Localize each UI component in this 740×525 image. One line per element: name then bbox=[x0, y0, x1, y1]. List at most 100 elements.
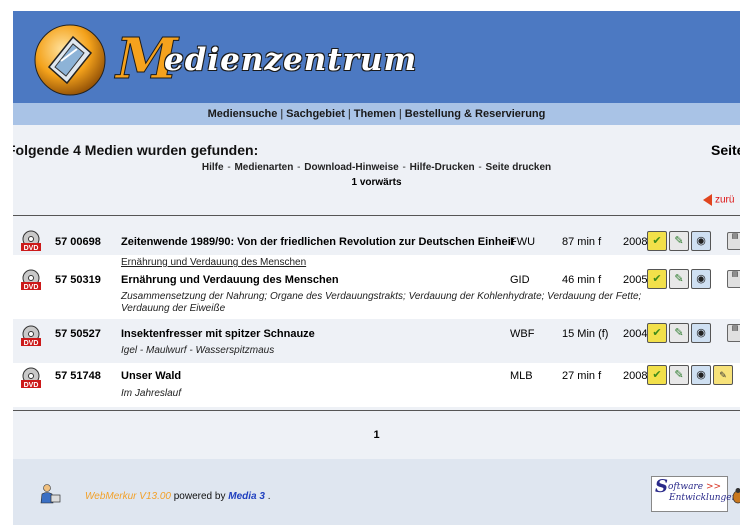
eye-icon[interactable]: ◉ bbox=[691, 323, 711, 343]
edit-doc-icon[interactable]: ✎ bbox=[669, 231, 689, 251]
eye-icon[interactable]: ◉ bbox=[691, 269, 711, 289]
arrow-left-icon bbox=[703, 194, 712, 206]
media-id[interactable]: 57 50319 bbox=[55, 274, 101, 286]
eye-icon[interactable]: ◉ bbox=[691, 365, 711, 385]
edit-doc-icon[interactable]: ✎ bbox=[669, 323, 689, 343]
pdf-icon[interactable]: ▤ bbox=[727, 324, 740, 342]
media-description: Zusammensetzung der Nahrung; Organe des … bbox=[121, 291, 642, 314]
producer: GID bbox=[510, 274, 530, 286]
pagination: 1 bbox=[13, 429, 740, 441]
page-number-current[interactable]: 1 bbox=[373, 429, 379, 441]
help-separator: - bbox=[227, 162, 231, 173]
check-doc-icon[interactable]: ✔ bbox=[647, 269, 667, 289]
pdf-icon[interactable]: ▤ bbox=[727, 270, 740, 288]
media-id[interactable]: 57 00698 bbox=[55, 236, 101, 248]
media-title[interactable]: Insektenfresser mit spitzer Schnauze bbox=[121, 328, 315, 340]
edit-doc-icon[interactable]: ✎ bbox=[669, 269, 689, 289]
media-description: Im Jahreslauf bbox=[121, 388, 182, 399]
help-links: Hilfe - Medienarten - Download-Hinweise … bbox=[13, 162, 740, 173]
year: 2005 bbox=[623, 274, 648, 286]
media3-link[interactable]: Media 3 bbox=[228, 491, 265, 502]
webmerkur-link[interactable]: WebMerkur V13.00 bbox=[85, 491, 171, 502]
sw-logo-arrows: >> bbox=[705, 482, 722, 492]
producer: MLB bbox=[510, 370, 533, 382]
nav-bestellung[interactable]: Bestellung & Reservierung bbox=[405, 108, 546, 120]
row-actions: ✔ ✎ ◉ bbox=[647, 269, 711, 289]
help-link-download[interactable]: Download-Hinweise bbox=[304, 162, 398, 173]
divider bbox=[13, 410, 740, 411]
powered-by-text: WebMerkur V13.00 powered by Media 3 . bbox=[85, 491, 270, 502]
help-separator: - bbox=[402, 162, 406, 173]
software-entwicklungen-logo[interactable]: Software >> Entwicklungen bbox=[651, 476, 737, 512]
nav-separator: | bbox=[280, 108, 284, 120]
pdf-icon[interactable]: ▤ bbox=[727, 232, 740, 250]
help-link-hilfe-drucken[interactable]: Hilfe-Drucken bbox=[410, 162, 475, 173]
footer-period: . bbox=[264, 491, 271, 502]
duration: 87 min f bbox=[562, 236, 602, 248]
year: 2008 bbox=[623, 236, 648, 248]
footer: WebMerkur V13.00 powered by Media 3 . So… bbox=[13, 459, 740, 525]
table-row: DVD Ernährung und Verdauung des Menschen… bbox=[13, 255, 740, 319]
duration: 27 min f bbox=[562, 370, 602, 382]
dvd-icon: DVD bbox=[21, 230, 41, 252]
nav-separator: | bbox=[347, 108, 351, 120]
check-doc-icon[interactable]: ✔ bbox=[647, 231, 667, 251]
row-actions: ✔ ✎ ◉ ✎ bbox=[647, 365, 733, 385]
powered-by-label: powered by bbox=[170, 491, 229, 502]
sw-logo-line2: Entwicklungen bbox=[669, 493, 738, 503]
table-row: DVD 57 00698 Zeitenwende 1989/90: Von de… bbox=[13, 227, 740, 255]
svg-text:DVD: DVD bbox=[24, 382, 39, 389]
media-title[interactable]: Unser Wald bbox=[121, 370, 181, 382]
pdf-icon[interactable]: ✎ bbox=[713, 365, 733, 385]
check-doc-icon[interactable]: ✔ bbox=[647, 365, 667, 385]
forward-link[interactable]: 1 vorwärts bbox=[13, 177, 740, 188]
brand-text: edienzentrum bbox=[164, 42, 418, 78]
back-button[interactable]: zurü bbox=[703, 194, 734, 210]
producer: WBF bbox=[510, 328, 535, 340]
table-row: DVD 57 51748 Unser Wald MLB 27 min f 200… bbox=[13, 363, 740, 407]
person-computer-icon bbox=[40, 484, 61, 504]
back-label: zurü bbox=[715, 194, 735, 206]
page-label: Seite bbox=[711, 142, 740, 158]
media-description: Igel - Maulwurf - Wasserspitzmaus bbox=[121, 345, 275, 356]
check-doc-icon[interactable]: ✔ bbox=[647, 323, 667, 343]
header-banner: M edienzentrum bbox=[13, 11, 740, 103]
help-link-seite-drucken[interactable]: Seite drucken bbox=[486, 162, 552, 173]
nav-separator: | bbox=[398, 108, 402, 120]
disc-logo-icon bbox=[34, 24, 106, 96]
svg-text:DVD: DVD bbox=[24, 284, 39, 291]
table-row: DVD 57 50527 Insektenfresser mit spitzer… bbox=[13, 319, 740, 363]
duration: 15 Min (f) bbox=[562, 328, 609, 340]
edit-doc-icon[interactable]: ✎ bbox=[669, 365, 689, 385]
help-separator: - bbox=[478, 162, 482, 173]
year: 2004 bbox=[623, 328, 648, 340]
bug-icon bbox=[732, 488, 740, 504]
series-link[interactable]: Ernährung und Verdauung des Menschen bbox=[121, 257, 306, 268]
nav-themen[interactable]: Themen bbox=[354, 108, 396, 120]
row-actions: ✔ ✎ ◉ bbox=[647, 323, 711, 343]
dvd-icon: DVD bbox=[21, 325, 41, 347]
help-link-hilfe[interactable]: Hilfe bbox=[202, 162, 224, 173]
nav-sachgebiet[interactable]: Sachgebiet bbox=[286, 108, 345, 120]
year: 2008 bbox=[623, 370, 648, 382]
media-title[interactable]: Zeitenwende 1989/90: Von der friedlichen… bbox=[121, 236, 514, 248]
help-link-medienarten[interactable]: Medienarten bbox=[234, 162, 293, 173]
divider bbox=[13, 215, 740, 216]
svg-text:DVD: DVD bbox=[24, 245, 39, 252]
page-frame: M edienzentrum Mediensuche | Sachgebiet | Th… bbox=[13, 11, 740, 525]
sw-logo-line1: oftware bbox=[668, 482, 704, 492]
svg-text:DVD: DVD bbox=[24, 340, 39, 347]
eye-icon[interactable]: ◉ bbox=[691, 231, 711, 251]
dvd-icon: DVD bbox=[21, 367, 41, 389]
nav-mediensuche[interactable]: Mediensuche bbox=[208, 108, 278, 120]
results-heading: Folgende 4 Medien wurden gefunden: bbox=[13, 142, 259, 158]
media-id[interactable]: 57 51748 bbox=[55, 370, 101, 382]
help-separator: - bbox=[297, 162, 301, 173]
duration: 46 min f bbox=[562, 274, 602, 286]
producer: FWU bbox=[510, 236, 536, 248]
main-nav: Mediensuche | Sachgebiet | Themen | Bestellung… bbox=[13, 103, 740, 125]
row-actions: ✔ ✎ ◉ bbox=[647, 231, 711, 251]
dvd-icon: DVD bbox=[21, 269, 41, 291]
media-title[interactable]: Ernährung und Verdauung des Menschen bbox=[121, 274, 339, 286]
media-id[interactable]: 57 50527 bbox=[55, 328, 101, 340]
